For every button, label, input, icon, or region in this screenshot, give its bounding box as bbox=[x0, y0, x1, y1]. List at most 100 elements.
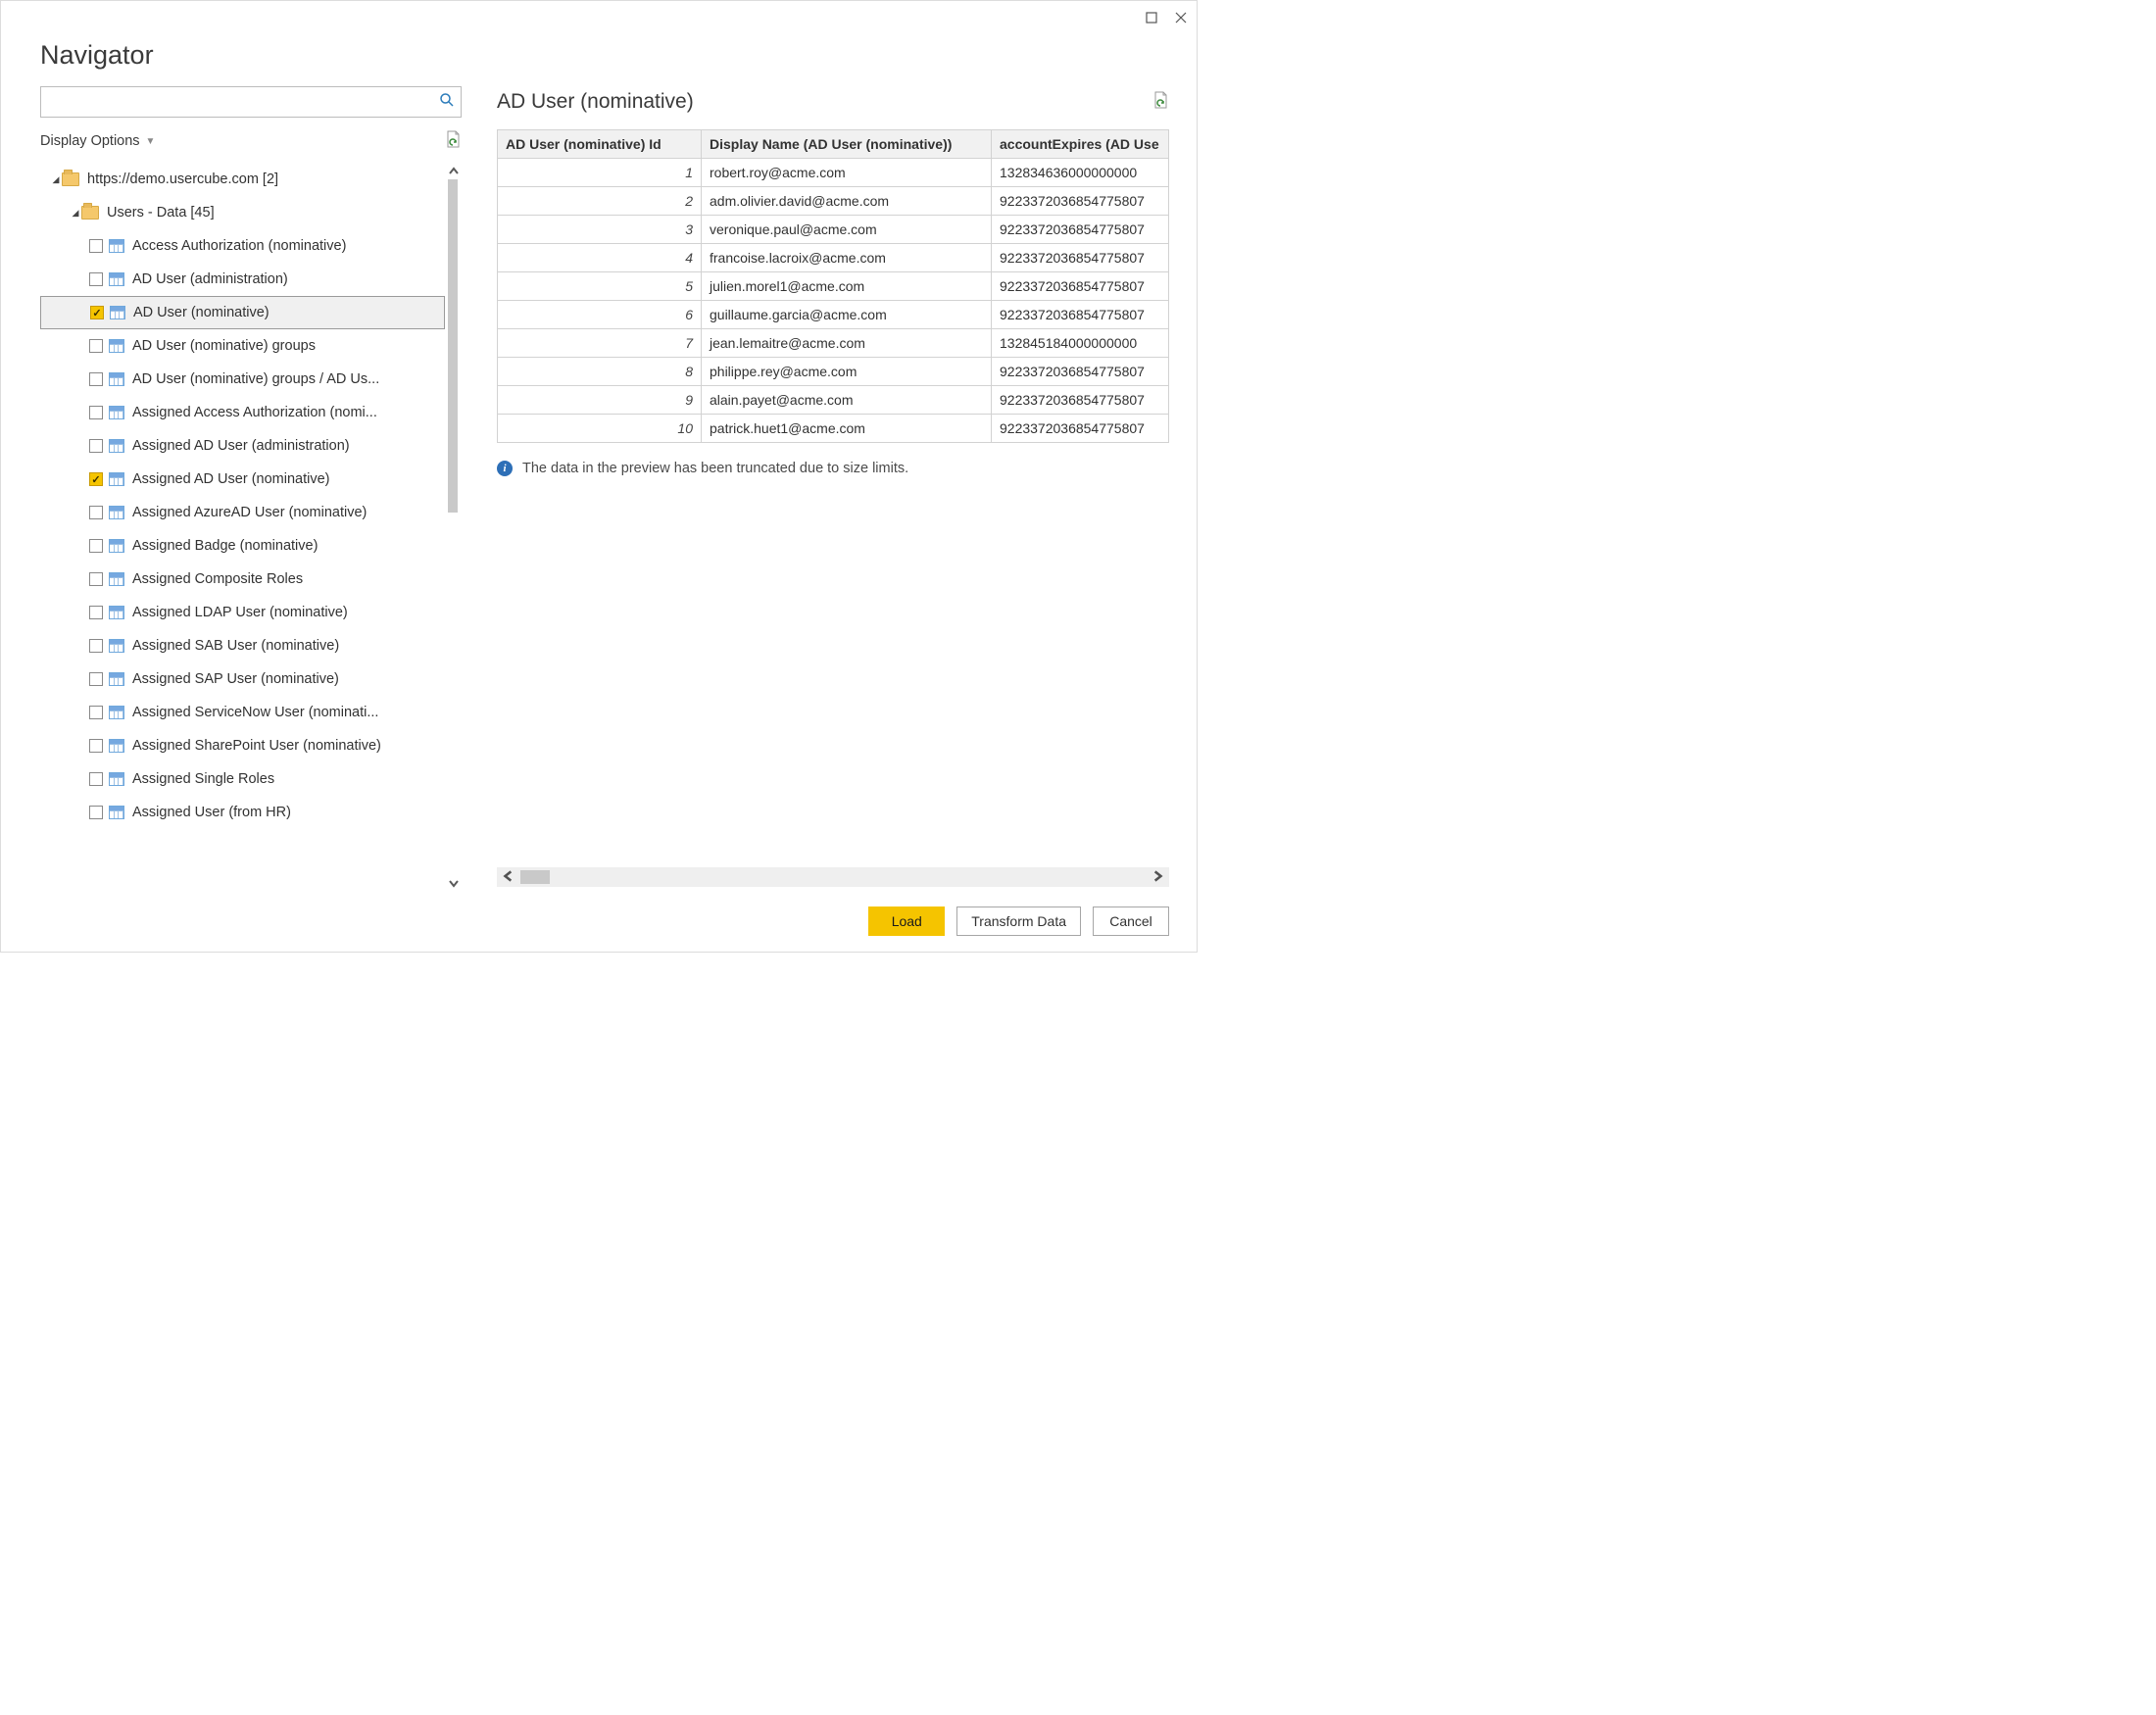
tree-item[interactable]: Assigned ServiceNow User (nominati... bbox=[40, 696, 445, 729]
table-row[interactable]: 8philippe.rey@acme.com922337203685477580… bbox=[498, 358, 1169, 386]
tree-item[interactable]: Assigned Single Roles bbox=[40, 762, 445, 796]
cell-account: 9223372036854775807 bbox=[992, 272, 1169, 301]
close-icon[interactable] bbox=[1173, 10, 1189, 25]
checkbox-icon[interactable] bbox=[89, 606, 103, 619]
col-header-id[interactable]: AD User (nominative) Id bbox=[498, 130, 702, 159]
search-input[interactable] bbox=[47, 93, 439, 111]
tree-item[interactable]: AD User (administration) bbox=[40, 263, 445, 296]
load-button[interactable]: Load bbox=[868, 906, 945, 936]
tree-item[interactable]: Assigned Access Authorization (nomi... bbox=[40, 396, 445, 429]
table-row[interactable]: 1robert.roy@acme.com132834636000000000 bbox=[498, 159, 1169, 187]
table-row[interactable]: 7jean.lemaitre@acme.com13284518400000000… bbox=[498, 329, 1169, 358]
tree-group[interactable]: ◢Users - Data [45] bbox=[40, 196, 445, 229]
checkbox-icon[interactable] bbox=[89, 406, 103, 419]
cell-account: 132834636000000000 bbox=[992, 159, 1169, 187]
tree-item[interactable]: Assigned SAP User (nominative) bbox=[40, 662, 445, 696]
checkbox-icon[interactable] bbox=[89, 239, 103, 253]
tree-item-label: Assigned SharePoint User (nominative) bbox=[132, 738, 445, 754]
checkbox-icon[interactable] bbox=[89, 739, 103, 753]
checkbox-icon[interactable] bbox=[89, 272, 103, 286]
tree-item[interactable]: Assigned SharePoint User (nominative) bbox=[40, 729, 445, 762]
cell-id: 6 bbox=[498, 301, 702, 329]
tree-item[interactable]: AD User (nominative) groups / AD Us... bbox=[40, 363, 445, 396]
checkbox-icon[interactable] bbox=[89, 672, 103, 686]
tree-item[interactable]: Assigned Badge (nominative) bbox=[40, 529, 445, 563]
cell-display: francoise.lacroix@acme.com bbox=[702, 244, 992, 272]
checkbox-icon[interactable] bbox=[89, 572, 103, 586]
display-options-row: Display Options ▼ bbox=[40, 127, 462, 155]
tree-item-label: AD User (nominative) groups bbox=[132, 338, 445, 354]
tree-item[interactable]: Assigned AD User (administration) bbox=[40, 429, 445, 463]
display-options-label: Display Options bbox=[40, 133, 140, 149]
tree-item[interactable]: Assigned User (from HR) bbox=[40, 796, 445, 829]
tree-item[interactable]: Assigned Composite Roles bbox=[40, 563, 445, 596]
tree-scrollbar[interactable] bbox=[445, 163, 462, 891]
transform-data-button[interactable]: Transform Data bbox=[956, 906, 1081, 936]
cancel-button[interactable]: Cancel bbox=[1093, 906, 1169, 936]
table-row[interactable]: 3veronique.paul@acme.com9223372036854775… bbox=[498, 216, 1169, 244]
search-icon[interactable] bbox=[439, 92, 455, 112]
tree-item[interactable]: Assigned SAB User (nominative) bbox=[40, 629, 445, 662]
refresh-doc-icon[interactable] bbox=[444, 130, 462, 152]
table-row[interactable]: 6guillaume.garcia@acme.com92233720368547… bbox=[498, 301, 1169, 329]
tree-item-label: Assigned ServiceNow User (nominati... bbox=[132, 705, 445, 720]
tree-item[interactable]: ✓AD User (nominative) bbox=[40, 296, 445, 329]
tree-root[interactable]: ◢https://demo.usercube.com [2] bbox=[40, 163, 445, 196]
tree-item-label: Access Authorization (nominative) bbox=[132, 238, 445, 254]
cell-account: 9223372036854775807 bbox=[992, 216, 1169, 244]
scroll-thumb[interactable] bbox=[448, 179, 458, 513]
tree-item[interactable]: Assigned AzureAD User (nominative) bbox=[40, 496, 445, 529]
table-row[interactable]: 10patrick.huet1@acme.com9223372036854775… bbox=[498, 415, 1169, 443]
hscroll-thumb[interactable] bbox=[520, 870, 550, 884]
scroll-down-icon[interactable] bbox=[445, 874, 462, 891]
search-box[interactable] bbox=[40, 86, 462, 118]
scroll-left-icon[interactable] bbox=[497, 869, 520, 886]
checkbox-icon[interactable] bbox=[89, 772, 103, 786]
window-title-bar bbox=[1, 1, 1197, 34]
chevron-down-icon: ▼ bbox=[146, 136, 156, 147]
checkbox-icon[interactable]: ✓ bbox=[89, 472, 103, 486]
checkbox-icon[interactable] bbox=[89, 806, 103, 819]
truncation-text: The data in the preview has been truncat… bbox=[522, 461, 908, 476]
cell-display: patrick.huet1@acme.com bbox=[702, 415, 992, 443]
display-options-button[interactable]: Display Options ▼ bbox=[40, 133, 155, 149]
checkbox-icon[interactable] bbox=[89, 706, 103, 719]
refresh-preview-icon[interactable] bbox=[1152, 91, 1169, 113]
cell-id: 1 bbox=[498, 159, 702, 187]
cell-id: 4 bbox=[498, 244, 702, 272]
checkbox-icon[interactable] bbox=[89, 339, 103, 353]
checkbox-icon[interactable] bbox=[89, 639, 103, 653]
tree-item[interactable]: Access Authorization (nominative) bbox=[40, 229, 445, 263]
scroll-right-icon[interactable] bbox=[1146, 869, 1169, 886]
navigation-tree[interactable]: ◢https://demo.usercube.com [2]◢Users - D… bbox=[40, 163, 445, 891]
maximize-icon[interactable] bbox=[1144, 10, 1159, 25]
table-row[interactable]: 9alain.payet@acme.com9223372036854775807 bbox=[498, 386, 1169, 415]
tree-item[interactable]: AD User (nominative) groups bbox=[40, 329, 445, 363]
cell-display: guillaume.garcia@acme.com bbox=[702, 301, 992, 329]
col-header-displayname[interactable]: Display Name (AD User (nominative)) bbox=[702, 130, 992, 159]
tree-item-label: Assigned SAP User (nominative) bbox=[132, 671, 445, 687]
cell-id: 9 bbox=[498, 386, 702, 415]
preview-horizontal-scrollbar[interactable] bbox=[497, 867, 1169, 887]
tree-item[interactable]: Assigned LDAP User (nominative) bbox=[40, 596, 445, 629]
tree-item-label: Assigned LDAP User (nominative) bbox=[132, 605, 445, 620]
tree-item-label: Assigned AD User (nominative) bbox=[132, 471, 445, 487]
checkbox-icon[interactable] bbox=[89, 372, 103, 386]
table-row[interactable]: 2adm.olivier.david@acme.com9223372036854… bbox=[498, 187, 1169, 216]
table-row[interactable]: 4francoise.lacroix@acme.com9223372036854… bbox=[498, 244, 1169, 272]
scroll-up-icon[interactable] bbox=[445, 163, 462, 179]
info-icon: i bbox=[497, 461, 513, 476]
checkbox-icon[interactable]: ✓ bbox=[90, 306, 104, 319]
preview-header: AD User (nominative) bbox=[497, 86, 1169, 118]
cell-display: philippe.rey@acme.com bbox=[702, 358, 992, 386]
checkbox-icon[interactable] bbox=[89, 439, 103, 453]
table-row[interactable]: 5julien.morel1@acme.com92233720368547758… bbox=[498, 272, 1169, 301]
hscroll-track[interactable] bbox=[520, 867, 1146, 887]
tree-item-label: AD User (administration) bbox=[132, 271, 445, 287]
checkbox-icon[interactable] bbox=[89, 539, 103, 553]
page-title: Navigator bbox=[1, 34, 1197, 86]
tree-item[interactable]: ✓ Assigned AD User (nominative) bbox=[40, 463, 445, 496]
checkbox-icon[interactable] bbox=[89, 506, 103, 519]
cell-id: 5 bbox=[498, 272, 702, 301]
col-header-accountexpires[interactable]: accountExpires (AD Use bbox=[992, 130, 1169, 159]
